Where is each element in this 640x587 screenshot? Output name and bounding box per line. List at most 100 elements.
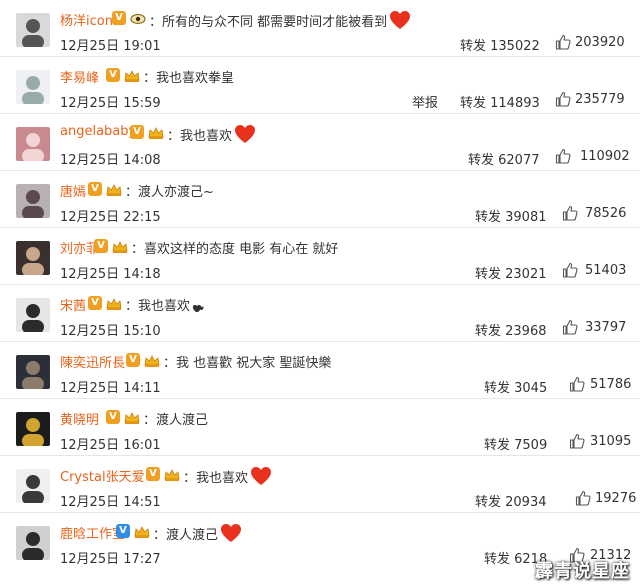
- vip-crown-icon: [143, 353, 161, 367]
- vip-crown-icon: [123, 68, 141, 82]
- comment-row: 李易峰 V ：我也喜欢拳皇 12月25日 15:59 举报 转发 114893 235779: [0, 57, 640, 114]
- comment-text: ：渡人渡己: [153, 523, 242, 547]
- repost-link[interactable]: 转发 135022: [460, 35, 540, 54]
- avatar[interactable]: [16, 70, 50, 104]
- avatar[interactable]: [16, 298, 50, 332]
- comment-text: ：我也喜欢: [167, 124, 256, 148]
- comment-text: ：我 也喜歡 祝大家 聖誕快樂: [163, 356, 332, 371]
- verified-badge-icon: V: [88, 296, 102, 310]
- username[interactable]: 陳奕迅所長: [60, 352, 125, 371]
- username[interactable]: 宋茜: [60, 295, 86, 314]
- comment-row: 宋茜 V ：我也喜欢 12月25日 15:10 转发 23968 33797: [0, 285, 640, 342]
- comment-date: 12月25日 14:08: [60, 153, 161, 168]
- like-count: 51403: [585, 263, 627, 278]
- comment-date: 12月25日 16:01: [60, 438, 161, 453]
- avatar[interactable]: [16, 526, 50, 560]
- vip-crown-icon: [105, 182, 123, 196]
- repost-link[interactable]: 转发 3045: [484, 377, 547, 396]
- thumbs-up-icon[interactable]: [562, 319, 578, 335]
- repost-link[interactable]: 转发 114893: [460, 92, 540, 111]
- comment-date: 12月25日 15:59: [60, 96, 161, 111]
- username[interactable]: 黄晓明: [60, 409, 99, 428]
- thumbs-up-icon[interactable]: [555, 148, 571, 164]
- watermark: 霹青说星座: [535, 561, 630, 582]
- comment-text: ：渡人亦渡己~: [125, 185, 214, 200]
- thumbs-up-icon[interactable]: [575, 490, 591, 506]
- avatar[interactable]: [16, 13, 50, 47]
- like-count: 51786: [590, 377, 632, 392]
- heart-emoji-icon: [220, 523, 242, 547]
- verified-badge-icon: V: [94, 239, 108, 253]
- comment-text: ：我也喜欢: [183, 466, 272, 490]
- heart-emoji-icon: [389, 10, 411, 34]
- report-link[interactable]: 举报: [412, 92, 438, 111]
- verified-badge-icon: V: [146, 467, 160, 481]
- vip-crown-icon: [105, 296, 123, 310]
- comment-date: 12月25日 14:18: [60, 267, 161, 282]
- comment-row: 杨洋icon V ：所有的与众不同 都需要时间才能被看到 12月25日 19:01 转发…: [0, 0, 640, 57]
- eye-icon: [129, 11, 147, 25]
- comment-row: 陳奕迅所長 V ：我 也喜歡 祝大家 聖誕快樂 12月25日 14:11 转发 3045…: [0, 342, 640, 399]
- thumbs-up-icon[interactable]: [562, 205, 578, 221]
- avatar[interactable]: [16, 184, 50, 218]
- vip-crown-icon: [111, 239, 129, 253]
- comment-text: ：我也喜欢: [125, 295, 206, 318]
- like-count: 33797: [585, 320, 627, 335]
- avatar[interactable]: [16, 241, 50, 275]
- hearts-emoji-icon: [192, 302, 206, 318]
- thumbs-up-icon[interactable]: [569, 376, 585, 392]
- repost-link[interactable]: 转发 39081: [475, 206, 547, 225]
- comment-row: 唐嫣 V ：渡人亦渡己~ 12月25日 22:15 转发 39081 78526: [0, 171, 640, 228]
- comment-row: Crystal张天爱 V ：我也喜欢 12月25日 14:51 转发 20934 1927…: [0, 456, 640, 513]
- comment-row: angelababy V ：我也喜欢 12月25日 14:08 转发 62077 1109…: [0, 114, 640, 171]
- verified-badge-icon: V: [116, 524, 130, 538]
- verified-badge-icon: V: [106, 68, 120, 82]
- comment-list: 杨洋icon V ：所有的与众不同 都需要时间才能被看到 12月25日 19:01 转发…: [0, 0, 640, 587]
- verified-badge-icon: V: [112, 11, 126, 25]
- username[interactable]: 唐嫣: [60, 181, 86, 200]
- vip-crown-icon: [163, 467, 181, 481]
- thumbs-up-icon[interactable]: [562, 262, 578, 278]
- verified-badge-icon: V: [126, 353, 140, 367]
- vip-crown-icon: [133, 524, 151, 538]
- avatar[interactable]: [16, 355, 50, 389]
- comment-text: ：我也喜欢拳皇: [143, 71, 235, 86]
- thumbs-up-icon[interactable]: [569, 433, 585, 449]
- vip-crown-icon: [123, 410, 141, 424]
- comment-row: 刘亦菲 V ：喜欢这样的态度 电影 有心在 就好 12月25日 14:18 转发 230…: [0, 228, 640, 285]
- comment-date: 12月25日 22:15: [60, 210, 161, 225]
- comment-date: 12月25日 14:11: [60, 381, 161, 396]
- comment-date: 12月25日 14:51: [60, 495, 161, 510]
- heart-emoji-icon: [234, 124, 256, 148]
- repost-link[interactable]: 转发 23968: [475, 320, 547, 339]
- comment-text: ：喜欢这样的态度 电影 有心在 就好: [131, 242, 339, 257]
- like-count: 31095: [590, 434, 632, 449]
- repost-link[interactable]: 转发 7509: [484, 434, 547, 453]
- heart-emoji-icon: [250, 466, 272, 490]
- like-count: 235779: [575, 92, 625, 107]
- verified-badge-icon: V: [88, 182, 102, 196]
- like-count: 78526: [585, 206, 627, 221]
- repost-link[interactable]: 转发 20934: [475, 491, 547, 510]
- comment-date: 12月25日 15:10: [60, 324, 161, 339]
- verified-badge-icon: V: [130, 125, 144, 139]
- avatar[interactable]: [16, 469, 50, 503]
- comment-date: 12月25日 17:27: [60, 552, 161, 567]
- avatar[interactable]: [16, 127, 50, 161]
- vip-crown-icon: [147, 125, 165, 139]
- avatar[interactable]: [16, 412, 50, 446]
- repost-link[interactable]: 转发 23021: [475, 263, 547, 282]
- like-count: 110902: [580, 149, 630, 164]
- like-count: 203920: [575, 35, 625, 50]
- comment-date: 12月25日 19:01: [60, 39, 161, 54]
- thumbs-up-icon[interactable]: [555, 91, 571, 107]
- username[interactable]: Crystal张天爱: [60, 466, 145, 485]
- comment-text: ：所有的与众不同 都需要时间才能被看到: [149, 10, 411, 34]
- comment-row: 黄晓明 V ：渡人渡己 12月25日 16:01 转发 7509 31095: [0, 399, 640, 456]
- thumbs-up-icon[interactable]: [555, 34, 571, 50]
- username[interactable]: 李易峰: [60, 67, 99, 86]
- repost-link[interactable]: 转发 62077: [468, 149, 540, 168]
- username[interactable]: angelababy: [60, 124, 136, 139]
- username[interactable]: 杨洋icon: [60, 10, 113, 29]
- comment-text: ：渡人渡己: [143, 413, 209, 428]
